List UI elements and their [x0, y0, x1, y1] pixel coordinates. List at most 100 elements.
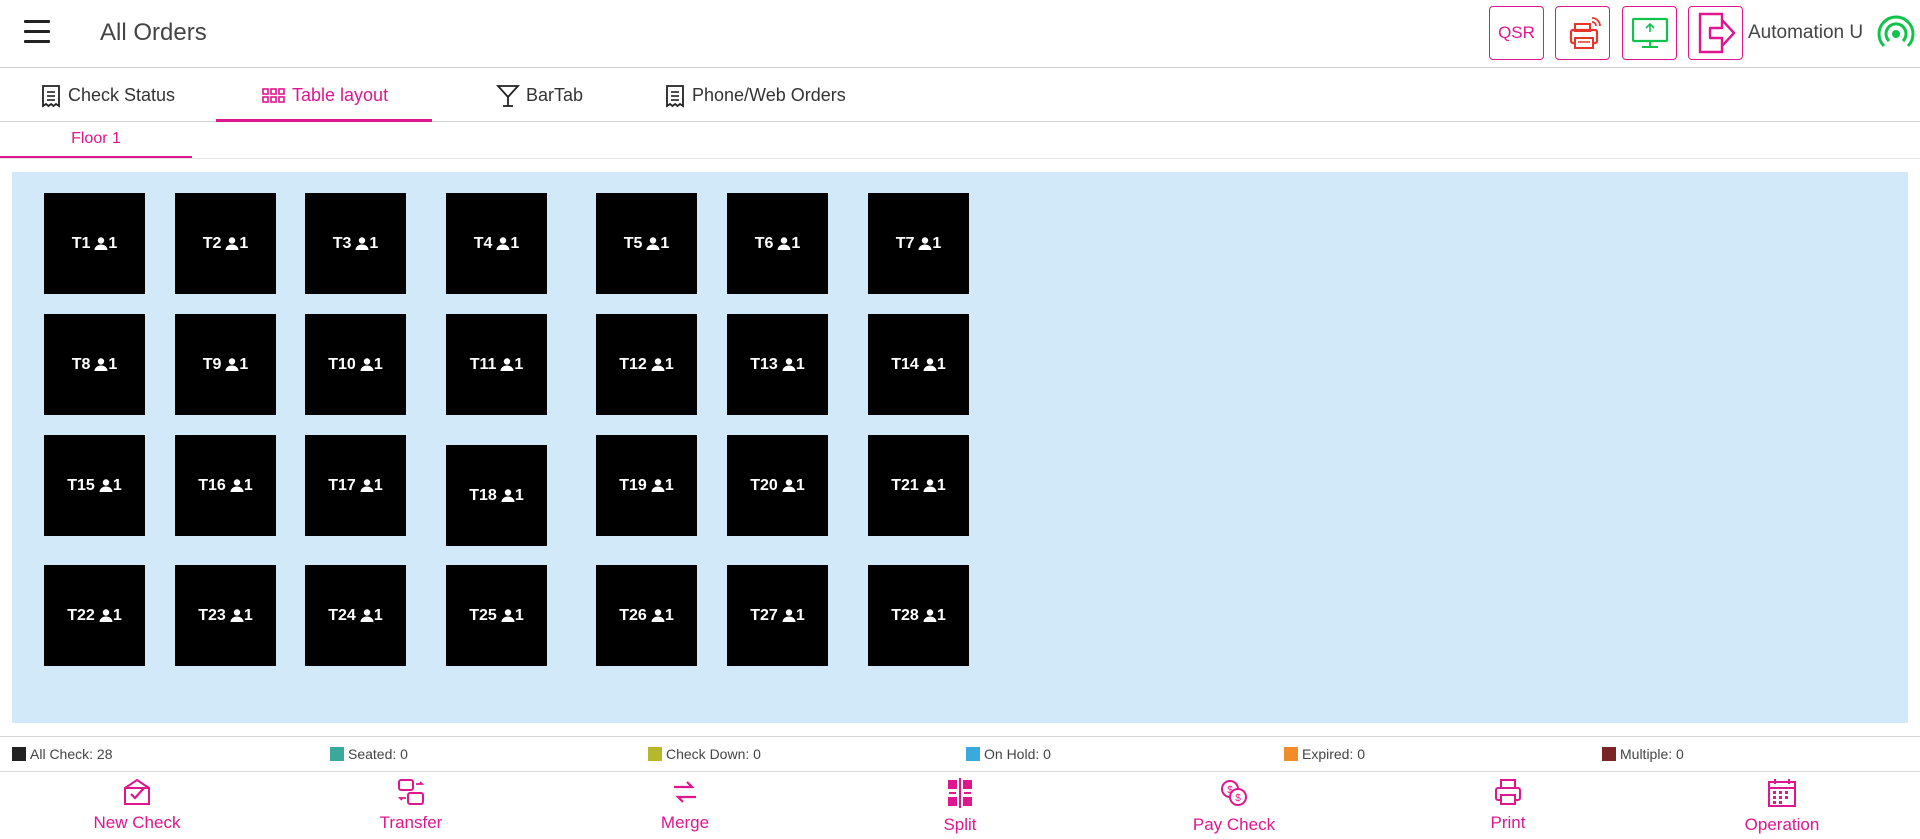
legend-label: Seated: 0 — [348, 746, 408, 762]
transfer-icon — [396, 778, 426, 813]
tab-label: Check Status — [68, 85, 176, 105]
printer-button[interactable] — [1555, 6, 1610, 60]
table-name: T5 — [623, 234, 643, 252]
tab-bartab[interactable]: BarTab — [496, 69, 583, 122]
person-icon — [923, 358, 937, 371]
table-tile[interactable]: T28 1 — [868, 565, 969, 666]
person-icon — [782, 479, 796, 492]
table-tile[interactable]: T16 1 — [175, 435, 276, 536]
tab-label: Table layout — [292, 85, 389, 105]
action-label: Merge — [660, 813, 710, 832]
table-tile[interactable]: T5 1 — [596, 193, 697, 294]
pay-check-button[interactable]: $ $ Pay Check — [1154, 778, 1314, 835]
table-tile[interactable]: T23 1 — [175, 565, 276, 666]
table-tile[interactable]: T21 1 — [868, 435, 969, 536]
person-icon — [99, 609, 113, 622]
qsr-button[interactable]: QSR — [1489, 6, 1544, 60]
table-tile[interactable]: T10 1 — [305, 314, 406, 415]
split-icon — [945, 778, 975, 815]
table-name: T10 — [328, 355, 356, 373]
operation-button[interactable]: Operation — [1702, 778, 1862, 835]
table-tile[interactable]: T4 1 — [446, 193, 547, 294]
logout-icon — [1698, 12, 1735, 54]
table-name: T1 — [71, 234, 91, 252]
calendar-icon — [1767, 778, 1797, 815]
merge-button[interactable]: Merge — [605, 778, 765, 833]
legend-swatch — [330, 747, 344, 761]
table-tile[interactable]: T22 1 — [44, 565, 145, 666]
table-tile[interactable]: T20 1 — [727, 435, 828, 536]
legend-item: All Check: 28 — [12, 746, 112, 762]
legend-swatch — [1284, 747, 1298, 761]
table-tile[interactable]: T14 1 — [868, 314, 969, 415]
person-icon — [501, 609, 515, 622]
legend-item: Seated: 0 — [330, 746, 408, 762]
person-icon — [651, 479, 665, 492]
table-tile[interactable]: T9 1 — [175, 314, 276, 415]
person-icon — [496, 237, 510, 250]
floor-tab-1[interactable]: Floor 1 — [0, 122, 192, 158]
table-tile[interactable]: T26 1 — [596, 565, 697, 666]
merge-icon — [670, 778, 700, 813]
legend-swatch — [966, 747, 980, 761]
logout-button[interactable] — [1688, 6, 1743, 60]
table-tile[interactable]: T27 1 — [727, 565, 828, 666]
person-icon — [651, 358, 665, 371]
guest-count: 1 — [514, 486, 524, 504]
table-tile[interactable]: T7 1 — [868, 193, 969, 294]
table-name: T27 — [750, 606, 778, 624]
table-name: T7 — [895, 234, 915, 252]
person-icon — [94, 237, 108, 250]
receipt-icon — [664, 84, 686, 108]
table-tile[interactable]: T18 1 — [446, 445, 547, 546]
legend-label: On Hold: 0 — [984, 746, 1051, 762]
table-tile[interactable]: T1 1 — [44, 193, 145, 294]
person-icon — [918, 237, 932, 250]
table-name: T19 — [619, 476, 647, 494]
guest-count: 1 — [373, 606, 383, 624]
person-icon — [355, 237, 369, 250]
table-tile[interactable]: T11 1 — [446, 314, 547, 415]
hamburger-menu-icon[interactable] — [24, 20, 50, 46]
guest-count: 1 — [112, 476, 122, 494]
table-tile[interactable]: T3 1 — [305, 193, 406, 294]
table-tile[interactable]: T24 1 — [305, 565, 406, 666]
monitor-button[interactable] — [1622, 6, 1677, 60]
guest-count: 1 — [932, 234, 942, 252]
person-icon — [500, 358, 514, 371]
person-icon — [230, 479, 244, 492]
table-tile[interactable]: T6 1 — [727, 193, 828, 294]
guest-count: 1 — [373, 355, 383, 373]
table-tile[interactable]: T13 1 — [727, 314, 828, 415]
person-icon — [923, 609, 937, 622]
table-name: T26 — [619, 606, 647, 624]
transfer-button[interactable]: Transfer — [331, 778, 491, 833]
split-button[interactable]: Split — [880, 778, 1040, 835]
guest-count: 1 — [369, 234, 379, 252]
table-tile[interactable]: T2 1 — [175, 193, 276, 294]
person-icon — [225, 237, 239, 250]
print-button[interactable]: Print — [1428, 778, 1588, 833]
table-tile[interactable]: T8 1 — [44, 314, 145, 415]
legend-item: Expired: 0 — [1284, 746, 1365, 762]
person-icon — [501, 489, 515, 502]
new-check-button[interactable]: New Check — [57, 778, 217, 833]
table-tile[interactable]: T19 1 — [596, 435, 697, 536]
tab-check-status[interactable]: Check Status — [40, 69, 175, 122]
tab-phone-web-orders[interactable]: Phone/Web Orders — [664, 69, 846, 122]
table-name: T24 — [328, 606, 356, 624]
table-tile[interactable]: T17 1 — [305, 435, 406, 536]
table-tile[interactable]: T12 1 — [596, 314, 697, 415]
guest-count: 1 — [243, 476, 253, 494]
table-name: T14 — [891, 355, 919, 373]
app-header: All Orders QSR Automation U — [0, 0, 1920, 68]
print-icon — [1493, 778, 1523, 813]
table-tile[interactable]: T25 1 — [446, 565, 547, 666]
guest-count: 1 — [936, 355, 946, 373]
table-name: T6 — [754, 234, 774, 252]
guest-count: 1 — [243, 606, 253, 624]
tab-table-layout[interactable]: Table layout — [262, 69, 388, 122]
floor-plan: T1 1 T2 1 T3 1 T4 1 T5 1 T6 1 T7 1 T8 1 T9 1 T10 1 T11 1 T12 1 T… — [12, 172, 1908, 723]
guest-count: 1 — [791, 234, 801, 252]
table-tile[interactable]: T15 1 — [44, 435, 145, 536]
